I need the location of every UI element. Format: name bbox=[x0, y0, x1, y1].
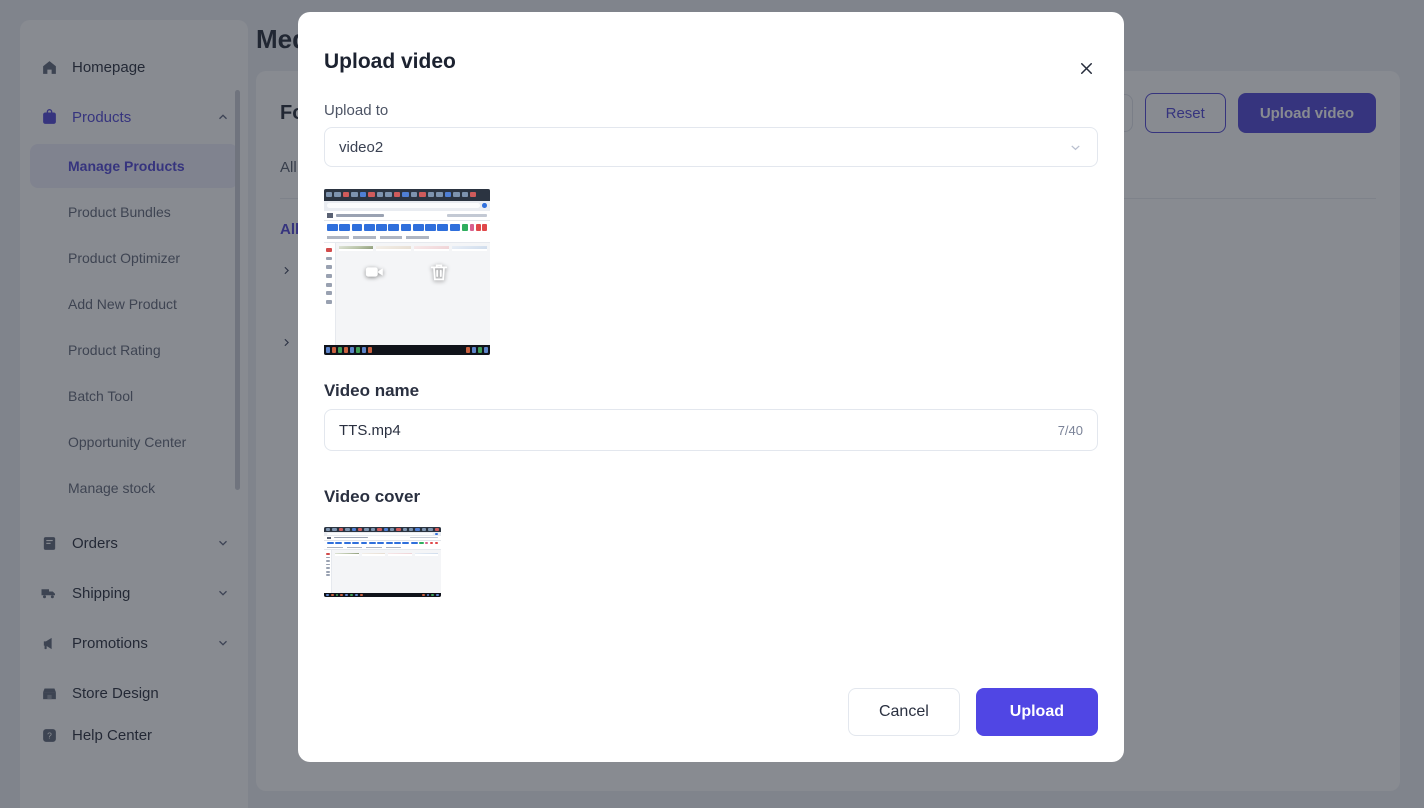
video-cover-label: Video cover bbox=[324, 487, 1098, 507]
trash-icon[interactable] bbox=[428, 261, 450, 283]
video-cover-image bbox=[324, 527, 441, 597]
close-icon[interactable] bbox=[1072, 54, 1100, 82]
video-camera-icon[interactable] bbox=[364, 261, 386, 283]
cancel-button[interactable]: Cancel bbox=[848, 688, 960, 736]
video-preview-thumbnail[interactable] bbox=[324, 189, 490, 355]
upload-to-label: Upload to bbox=[324, 102, 1098, 119]
video-name-field[interactable]: 7/40 bbox=[324, 409, 1098, 451]
character-counter: 7/40 bbox=[1058, 423, 1083, 438]
video-name-input[interactable] bbox=[339, 422, 1048, 439]
upload-video-modal: Upload video Upload to video2 bbox=[298, 12, 1124, 762]
upload-to-value: video2 bbox=[339, 139, 383, 156]
modal-title: Upload video bbox=[324, 50, 1098, 74]
chevron-down-icon bbox=[1068, 140, 1083, 155]
upload-to-select[interactable]: video2 bbox=[324, 127, 1098, 167]
video-name-label: Video name bbox=[324, 381, 1098, 401]
upload-button[interactable]: Upload bbox=[976, 688, 1098, 736]
modal-footer: Cancel Upload bbox=[324, 688, 1098, 762]
video-cover-thumbnail[interactable] bbox=[324, 527, 441, 597]
